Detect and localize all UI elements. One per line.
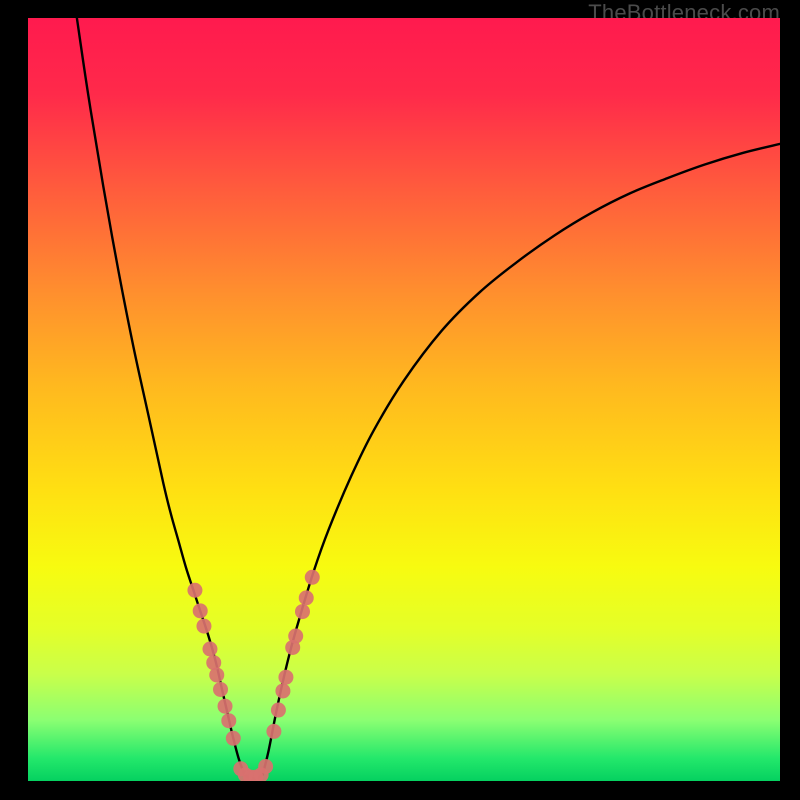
marker-point	[218, 699, 233, 714]
marker-group	[187, 570, 319, 781]
marker-point	[278, 670, 293, 685]
marker-point	[213, 682, 228, 697]
curve-group	[77, 18, 780, 779]
marker-point	[295, 604, 310, 619]
plot-area	[28, 18, 780, 781]
marker-point	[196, 619, 211, 634]
marker-point	[226, 731, 241, 746]
marker-point	[271, 703, 286, 718]
marker-point	[305, 570, 320, 585]
marker-point	[221, 713, 236, 728]
marker-point	[299, 590, 314, 605]
series-right-branch	[263, 144, 780, 775]
marker-point	[187, 583, 202, 598]
marker-point	[288, 629, 303, 644]
chart-svg	[28, 18, 780, 781]
chart-frame: TheBottleneck.com	[0, 0, 800, 800]
marker-point	[193, 603, 208, 618]
marker-point	[209, 667, 224, 682]
marker-point	[202, 642, 217, 657]
marker-point	[266, 724, 281, 739]
marker-point	[258, 759, 273, 774]
marker-point	[275, 683, 290, 698]
